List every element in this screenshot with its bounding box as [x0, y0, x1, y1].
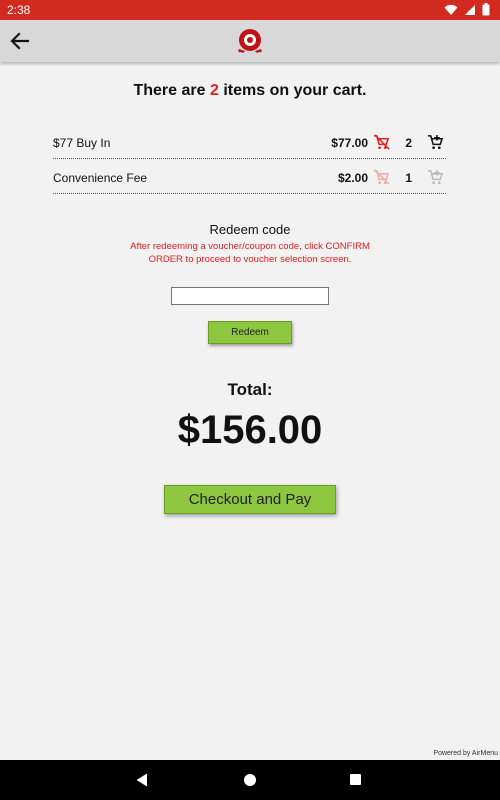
redeem-code-title: Redeem code: [209, 222, 291, 237]
remove-from-cart-icon[interactable]: [373, 134, 390, 151]
cart-item-price: $77.00: [331, 136, 368, 150]
cart-item-count: 2: [209, 82, 219, 99]
cart-row: Convenience Fee $2.00 1: [53, 159, 446, 194]
redeem-code-input[interactable]: [171, 287, 329, 305]
wifi-icon: [444, 4, 458, 15]
app-bar: [0, 20, 500, 62]
total-amount: $156.00: [177, 408, 323, 452]
powered-by-text: Powered by AirMenu: [433, 750, 498, 757]
cart-item-quantity: 2: [405, 136, 412, 150]
restaurant-logo-icon: [238, 29, 262, 53]
total-label: Total:: [227, 380, 273, 399]
cart-row: $77 Buy In $77.00 2: [53, 124, 446, 159]
status-icons: [444, 3, 490, 16]
system-nav-bar: [0, 760, 500, 800]
cart-item-price: $2.00: [337, 171, 368, 185]
cart-item-name: $77 Buy In: [53, 136, 111, 150]
battery-icon: [482, 3, 490, 16]
checkout-and-pay-button[interactable]: Checkout and Pay: [164, 485, 336, 514]
nav-back-icon[interactable]: [136, 773, 148, 787]
redeem-button[interactable]: Redeem: [208, 321, 292, 344]
add-to-cart-icon: [427, 169, 444, 185]
headline-prefix: There are: [133, 82, 206, 99]
remove-from-cart-icon: [373, 169, 390, 185]
status-bar: 2:38: [0, 0, 500, 20]
redeem-instructions: After redeeming a voucher/coupon code, c…: [130, 241, 370, 265]
cart-item-quantity: 1: [405, 171, 412, 185]
nav-recents-icon[interactable]: [350, 774, 361, 785]
headline-suffix: items on your cart.: [223, 82, 367, 99]
cart-item-name: Convenience Fee: [53, 171, 148, 185]
cart-list: $77 Buy In $77.00 2 Convenience Fee $2.0…: [53, 124, 446, 194]
status-time: 2:38: [7, 3, 31, 17]
cart-summary-heading: There are 2 items on your cart.: [0, 82, 500, 100]
nav-home-icon[interactable]: [244, 774, 256, 786]
cellular-signal-icon: [465, 4, 475, 15]
arrow-left-icon[interactable]: [8, 29, 32, 53]
add-to-cart-icon[interactable]: [427, 134, 444, 151]
